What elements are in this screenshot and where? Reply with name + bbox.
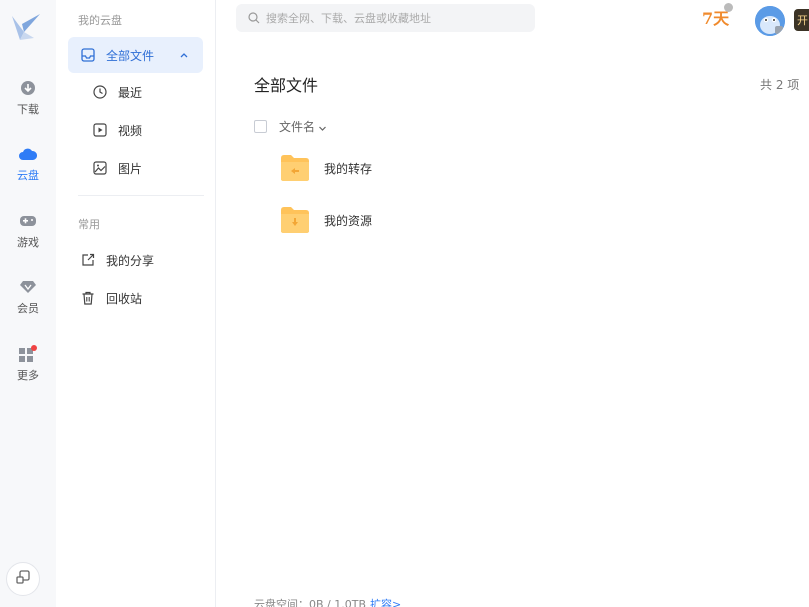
sidebar-item-my-share[interactable]: 我的分享	[68, 242, 203, 278]
sidebar-item-images[interactable]: 图片	[68, 150, 203, 186]
left-rail: 下载 云盘 游戏 会员 更多	[0, 0, 56, 607]
rail-item-download[interactable]: 下载	[0, 72, 56, 122]
sidebar-item-video[interactable]: 视频	[68, 112, 203, 148]
sidebar-item-label: 回收站	[106, 291, 143, 306]
storage-info: 云盘空间：0B / 1.0TB 扩容>	[254, 596, 401, 607]
sidebar-divider	[78, 195, 204, 196]
file-list-header: 文件名	[254, 116, 327, 136]
sidebar-item-label: 全部文件	[106, 48, 155, 63]
inbox-icon	[80, 47, 96, 63]
image-icon	[92, 160, 108, 176]
mini-window-icon	[15, 569, 31, 589]
clock-icon	[92, 84, 108, 100]
open-vip-button[interactable]: 开	[794, 9, 809, 31]
avatar[interactable]	[755, 6, 785, 36]
search-icon	[248, 9, 260, 28]
sidebar-item-recent[interactable]: 最近	[68, 74, 203, 110]
download-icon	[18, 78, 38, 98]
rail-item-member[interactable]: 会员	[0, 271, 56, 321]
sidebar-item-label: 最近	[118, 85, 143, 100]
list-item[interactable]: 我的资源	[280, 204, 372, 236]
search-bar[interactable]	[236, 4, 535, 32]
file-name: 我的资源	[324, 213, 373, 228]
rail-item-games[interactable]: 游戏	[0, 205, 56, 255]
grid-icon	[18, 344, 38, 364]
expand-storage-link[interactable]: 扩容>	[370, 598, 401, 607]
folder-download-icon	[280, 206, 310, 234]
rail-item-more[interactable]: 更多	[0, 338, 56, 388]
rail-item-label: 会员	[17, 301, 39, 315]
section-common: 常用	[78, 218, 100, 231]
rail-item-label: 游戏	[17, 235, 39, 249]
storage-label: 云盘空间：0B / 1.0TB	[254, 598, 367, 607]
sidebar-item-recycle-bin[interactable]: 回收站	[68, 280, 203, 316]
app-logo-icon[interactable]	[8, 10, 44, 46]
sidebar-item-all-files[interactable]: 全部文件	[68, 37, 203, 73]
sidebar-item-label: 图片	[118, 161, 143, 176]
sidebar: 我的云盘 全部文件 最近 视频 图片 常用 我的分享 回收站	[56, 0, 216, 607]
rail-item-label: 云盘	[17, 168, 39, 182]
rail-item-label: 更多	[17, 368, 39, 382]
section-my-drive: 我的云盘	[78, 14, 122, 27]
close-icon[interactable]	[724, 3, 733, 12]
chevron-down-icon	[318, 122, 327, 131]
sort-by-name-button[interactable]: 文件名	[279, 118, 327, 135]
cloud-icon	[18, 144, 38, 164]
share-icon	[80, 252, 96, 268]
rail-item-cloud[interactable]: 云盘	[0, 138, 56, 188]
mini-mode-button[interactable]	[6, 562, 40, 596]
sidebar-item-label: 我的分享	[106, 253, 155, 268]
sidebar-item-label: 视频	[118, 123, 143, 138]
column-name-label: 文件名	[279, 119, 316, 134]
gamepad-icon	[18, 211, 38, 231]
file-name: 我的转存	[324, 161, 373, 176]
page-title: 全部文件	[254, 76, 319, 95]
trash-icon	[80, 290, 96, 306]
list-item[interactable]: 我的转存	[280, 152, 372, 184]
select-all-checkbox[interactable]	[254, 119, 267, 133]
item-count: 共 2 项	[760, 78, 800, 92]
diamond-icon	[18, 277, 38, 297]
folder-transfer-icon	[280, 154, 310, 182]
rail-item-label: 下载	[17, 102, 39, 116]
chevron-up-icon[interactable]	[177, 48, 191, 62]
search-input[interactable]	[266, 11, 526, 25]
play-icon	[92, 122, 108, 138]
